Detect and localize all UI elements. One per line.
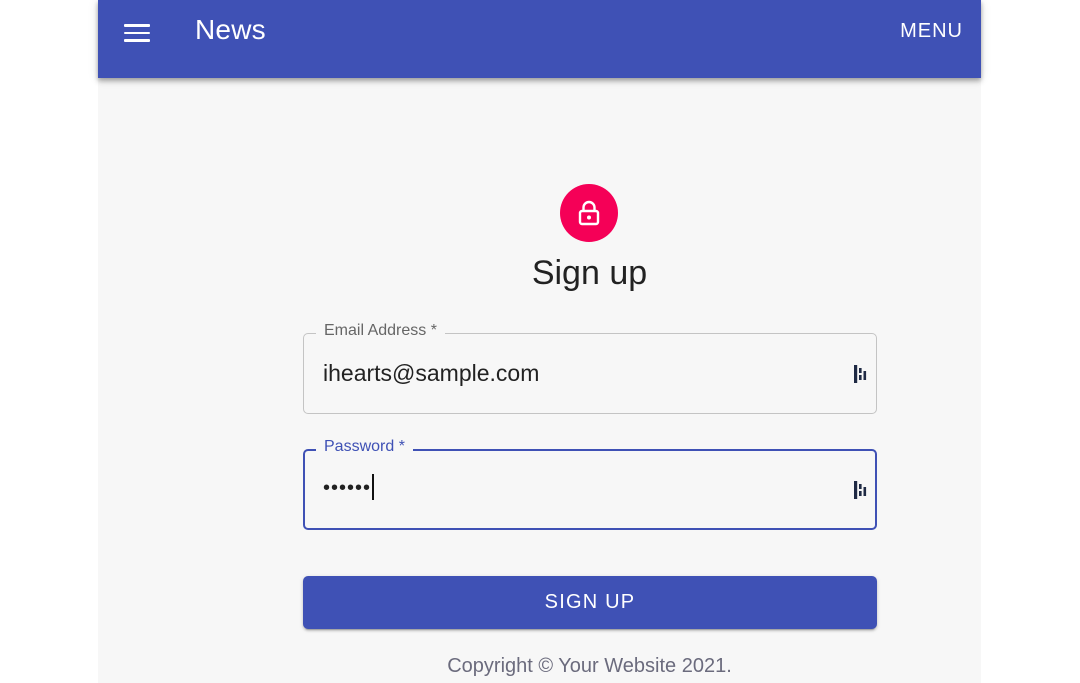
email-field-label: Email Address * bbox=[316, 322, 445, 340]
password-field-value[interactable]: •••••• bbox=[323, 473, 375, 500]
password-manager-icon[interactable] bbox=[852, 363, 870, 385]
password-masked-text: •••••• bbox=[323, 477, 372, 499]
email-field[interactable]: Email Address * ihearts@sample.com bbox=[303, 322, 877, 414]
email-field-value[interactable]: ihearts@sample.com bbox=[323, 360, 539, 387]
app-title: News bbox=[195, 14, 266, 45]
heading-container: Sign up bbox=[98, 254, 1080, 298]
lock-icon bbox=[578, 200, 600, 226]
lock-avatar bbox=[560, 184, 618, 242]
page-title: Sign up bbox=[531, 254, 648, 292]
copyright-text: Copyright © Your Website 2021. bbox=[447, 655, 732, 677]
menu-button[interactable]: MENU bbox=[900, 20, 963, 43]
password-manager-icon[interactable] bbox=[852, 479, 870, 501]
password-field-label: Password * bbox=[316, 438, 413, 456]
password-field[interactable]: Password * •••••• bbox=[303, 438, 877, 530]
hamburger-menu-icon[interactable] bbox=[114, 19, 160, 47]
sign-up-button[interactable]: SIGN UP bbox=[303, 576, 877, 629]
page-viewport: News MENU Sign up Email Address * iheart… bbox=[98, 0, 981, 683]
text-caret bbox=[372, 473, 375, 500]
app-bar: News MENU bbox=[98, 0, 981, 78]
